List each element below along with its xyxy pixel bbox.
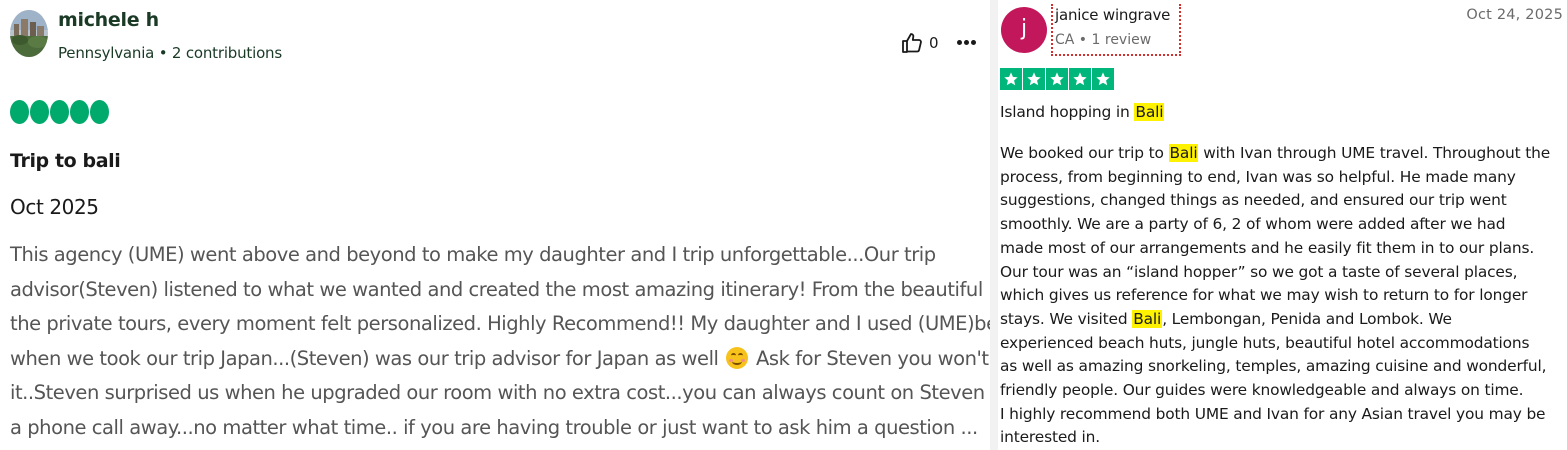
star-icon [1023,68,1045,90]
star-icon [1092,68,1114,90]
tripadvisor-review-card: michele h Pennsylvania • 2 contributions… [0,0,1074,450]
trustpilot-review-card: j janice wingrave CA • 1 review Oct 24, … [998,0,1567,450]
review-body: This agency (UME) went above and beyond … [10,238,1074,445]
review-body-line: Our tour was an “island hopper” so we go… [1000,262,1518,281]
rating-bubble [50,100,69,124]
review-body-line: a phone call away...no matter what time.… [10,415,978,439]
search-highlight: Bali [1168,144,1199,162]
reviewer-name[interactable]: janice wingrave [1055,6,1170,24]
reviewer-meta: CA • 1 review [1055,32,1152,48]
review-body-line: friendly people. Our guides were knowled… [1000,381,1524,400]
rating-bubble [10,100,29,124]
review-body-line: interested in. [1000,428,1100,447]
review-body-line: smoothly. We are a party of 6, 2 of whom… [1000,215,1506,234]
thumbs-up-icon[interactable] [900,31,924,55]
review-body: We booked our trip to Bali with Ivan thr… [1000,142,1566,450]
smiling-face-icon [726,346,749,369]
review-title[interactable]: Island hopping in Bali [1000,103,1165,121]
star-icon [1069,68,1091,90]
reviewer-name[interactable]: michele h [58,9,159,31]
star-icon [1046,68,1068,90]
avatar[interactable] [10,10,48,57]
rating-bubble [70,100,89,124]
review-date: Oct 2025 [10,195,99,219]
review-body-line: I highly recommend both UME and Ivan for… [1000,404,1546,423]
review-body-line: the private tours, every moment felt per… [10,312,1035,335]
review-body-line: suggestions, changed things as needed, a… [1000,191,1507,210]
helpful-count: 0 [929,34,939,52]
review-body-line: as well as amazing snorkeling, temples, … [1000,357,1547,376]
review-body-line: We booked our trip to Bali with Ivan thr… [1000,142,1566,166]
review-body-line: This agency (UME) went above and beyond … [10,243,936,266]
review-body-text: stays. We visited [1000,309,1128,328]
reviewer-meta: Pennsylvania • 2 contributions [58,44,282,62]
star-icon [1000,68,1022,90]
review-body-line: stays. We visited Bali, Lembongan, Penid… [1000,308,1566,332]
search-highlight: Bali [1132,309,1163,328]
review-body-text: We booked our trip to [1000,144,1164,162]
divider [990,0,998,450]
review-actions: 0 [900,30,977,56]
review-title-text: Island hopping in [1000,103,1130,121]
review-body-line: experienced beach huts, jungle huts, bea… [1000,333,1530,352]
review-body-text: with Ivan through UME travel. Throughout… [1203,144,1551,162]
review-body-line: when we took our trip Japan...(Steven) w… [10,342,1051,377]
review-body-line: made most of our arrangements and he eas… [1000,238,1535,257]
review-body-text: when we took our trip Japan...(Steven) w… [10,346,719,370]
avatar[interactable]: j [1001,7,1047,53]
review-body-line: it..Steven surprised us when he upgraded… [10,381,1074,404]
review-body-line: advisor(Steven) listened to what we want… [10,277,1068,301]
star-rating [1000,68,1114,90]
review-date: Oct 24, 2025 [1466,7,1563,23]
review-body-text: , Lembongan, Penida and Lombok. We [1162,309,1452,328]
review-body-line: process, from beginning to end, Ivan was… [1000,167,1516,186]
review-title[interactable]: Trip to bali [10,150,121,172]
review-body-line: which gives us reference for what we may… [1000,286,1528,305]
rating-bubble [90,100,109,124]
more-options-icon[interactable] [956,40,977,46]
search-highlight: Bali [1134,103,1165,121]
rating-bubble [30,100,49,124]
bubble-rating [10,100,109,124]
